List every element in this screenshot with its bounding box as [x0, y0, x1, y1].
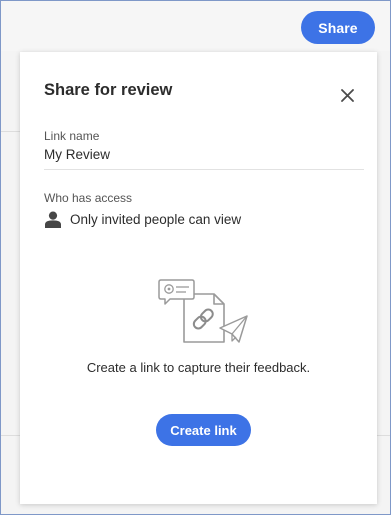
background-divider: [1, 435, 20, 436]
access-setting[interactable]: Only invited people can view: [44, 209, 241, 229]
background-divider: [377, 435, 390, 436]
empty-state-caption: Create a link to capture their feedback.: [86, 360, 311, 375]
share-button[interactable]: Share: [301, 11, 375, 44]
background-divider: [1, 131, 20, 132]
share-link-illustration-icon: [158, 279, 248, 343]
link-name-underline: [44, 169, 364, 170]
share-link-illustration: [158, 278, 250, 353]
person-icon: [45, 211, 61, 228]
close-icon: [340, 88, 354, 102]
access-value: Only invited people can view: [70, 211, 242, 227]
top-toolbar: Share: [1, 1, 390, 51]
panel-title: Share for review: [44, 81, 173, 99]
close-button[interactable]: [339, 87, 355, 103]
link-name-input[interactable]: My Review: [44, 147, 110, 162]
access-label: Who has access: [44, 191, 133, 205]
app-window: Share Share for review Link name My Revi…: [0, 0, 391, 515]
share-for-review-panel: Share for review Link name My Review Who…: [20, 52, 377, 504]
create-link-button[interactable]: Create link: [156, 414, 251, 446]
link-name-label: Link name: [44, 129, 100, 143]
